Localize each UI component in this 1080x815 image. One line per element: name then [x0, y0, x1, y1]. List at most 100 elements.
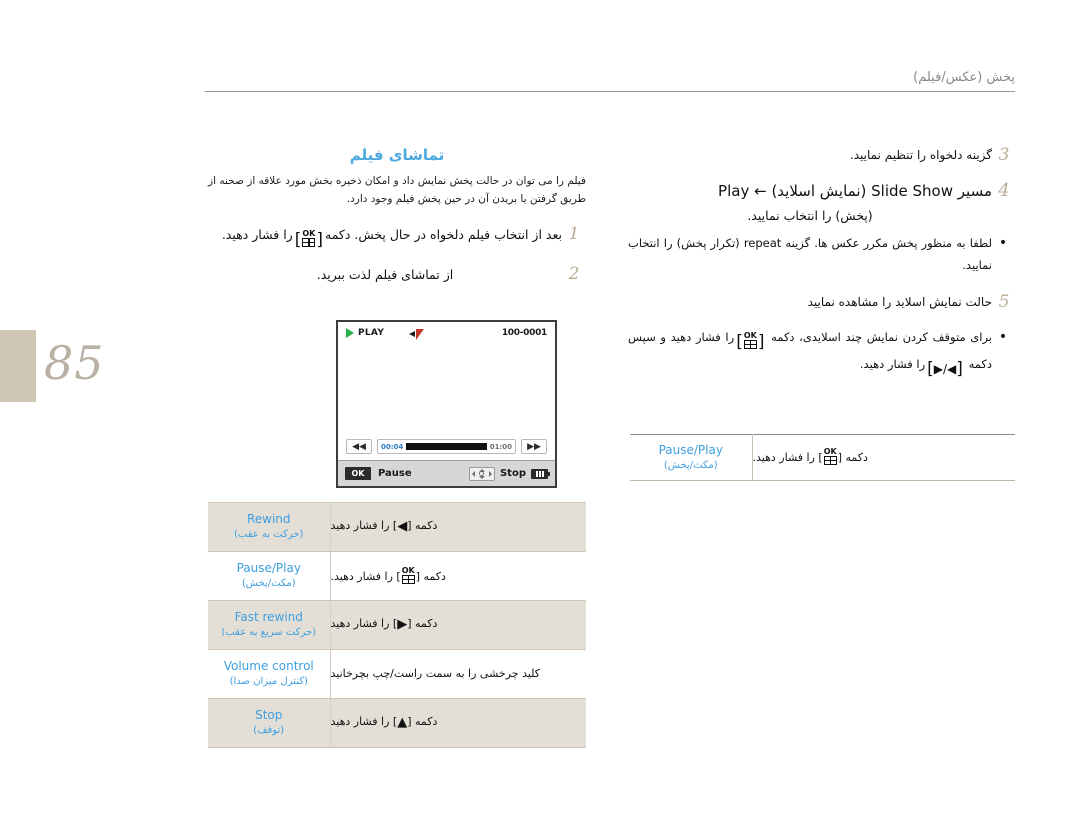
step-text-before: بعد از انتخاب فیلم دلخواه در حال پخش. دک… [325, 226, 562, 242]
section-intro: فیلم را می توان در حالت پخش نمایش داد و … [208, 175, 586, 206]
key-description: دکمه [▶] را فشار دهید [329, 600, 586, 650]
pause-soft-label: Pause [378, 468, 412, 479]
step-text-line-1: مسیر Slide Show (نمایش اسلاید) ← Play [718, 182, 992, 201]
left-column: تماشای فیلم فیلم را می توان در حالت پخش … [208, 130, 586, 299]
progress-fill [406, 443, 487, 450]
key-label: Pause/Play (مکث/پخش) [630, 434, 753, 481]
left-right-key-icon: [◀/▶] [927, 357, 963, 381]
lcd-play-status: PLAY [346, 328, 384, 338]
camera-lcd-preview: PLAY 100-0001 ◀◀ 00:04 01:00 ▶▶ OK Pause [336, 320, 557, 488]
step-text: بعد از انتخاب فیلم دلخواه در حال پخش. دک… [208, 223, 562, 250]
key-label-en: Pause/Play [236, 561, 301, 576]
left-right-arrow-glyph: ◀/▶ [933, 361, 957, 376]
ok-chip-icon[interactable]: OK [345, 467, 371, 480]
page-number: 85 [44, 336, 105, 390]
play-triangle-icon [346, 328, 354, 338]
section-title: تماشای فیلم [349, 146, 445, 164]
step-text: حالت نمایش اسلاید را مشاهده نمایید [807, 294, 992, 309]
key-label-en: Pause/Play [658, 442, 723, 457]
right-column: 3 گزینه دلخواه را تنظیم نمایید. 4 مسیر S… [628, 130, 1016, 392]
ok-key-icon: OK [823, 448, 838, 466]
up-arrow-icon: ▲ [397, 714, 408, 730]
key-description: دکمه [OK] را فشار دهید. [751, 434, 1015, 481]
key-label: Pause/Play (مکث/پخش) [208, 551, 330, 601]
dpad-icon[interactable] [468, 466, 495, 481]
total-time: 01:00 [489, 442, 512, 451]
key-description: دکمه [OK] را فشار دهید. [329, 551, 586, 601]
table-row: دکمه [◀] را فشار دهید Rewind (حرکت به عق… [208, 502, 586, 552]
desc-after: ] را فشار دهید [330, 714, 398, 728]
table-row: دکمه [▲] را فشار دهید Stop (توقف) [208, 698, 586, 748]
step-number: 1 [568, 223, 580, 244]
key-description: کلید چرخشی را به سمت راست/چپ بچرخانید [329, 649, 586, 699]
right-arrow-icon: ▶ [397, 616, 408, 632]
key-label: Rewind (حرکت به عقب) [208, 502, 330, 552]
lcd-file-number: 100-0001 [501, 328, 547, 338]
fast-forward-button-icon[interactable]: ▶▶ [521, 439, 547, 454]
battery-icon [531, 468, 550, 479]
bullet-dot: • [998, 329, 1008, 346]
step-2: 2 از تماشای فیلم لذت ببرید. [208, 263, 586, 286]
key-label: Fast rewind (حرکت سریع به عقب) [208, 600, 330, 650]
desc-before: دکمه [ [415, 569, 446, 583]
step-4: 4 مسیر Slide Show (نمایش اسلاید) ← Play … [628, 179, 1016, 226]
table-row: دکمه [OK] را فشار دهید. Pause/Play (مکث/… [208, 551, 586, 601]
lcd-right-soft-keys: Stop [468, 466, 550, 481]
step-text: از تماشای فیلم لذت ببرید. [316, 266, 454, 282]
key-label: Volume control (کنترل میزان صدا) [208, 649, 330, 699]
step-1: 1 بعد از انتخاب فیلم دلخواه در حال پخش. … [208, 223, 586, 250]
step-number: 3 [998, 145, 1010, 165]
bullet-repeat: • لطفا به منظور پخش مکرر عکس ها. گزینه r… [628, 232, 1016, 277]
step-text-line-2: (پخش) را انتخاب نمایید. [747, 207, 873, 223]
step-text-after: را فشار دهید. [221, 226, 293, 242]
key-label-fa: (مکث/پخش) [241, 578, 296, 590]
stop-soft-label: Stop [499, 468, 526, 479]
key-description: دکمه [▲] را فشار دهید [329, 698, 586, 748]
desc-before: دکمه [ [837, 451, 868, 465]
ok-key-icon: [OK] [736, 331, 765, 353]
key-label-en: Fast rewind [234, 610, 303, 625]
key-label-en: Volume control [223, 659, 314, 674]
elapsed-time: 00:04 [381, 442, 404, 451]
running-head: پخش (عکس/فیلم) [913, 70, 1015, 85]
header-divider [205, 91, 1015, 92]
step-text: گزینه دلخواه را تنظیم نمایید. [849, 148, 992, 162]
bullet-text: لطفا به منظور پخش مکرر عکس ها. گزینه rep… [628, 236, 992, 273]
table-row: دکمه [▶] را فشار دهید Fast rewind (حرکت … [208, 600, 586, 650]
desc-after: ] را فشار دهید. [752, 451, 823, 465]
left-arrow-icon: ◀ [397, 518, 408, 534]
step-number: 2 [568, 263, 580, 284]
lcd-mode-label: PLAY [358, 328, 385, 338]
key-label-fa: (حرکت سریع به عقب) [221, 627, 317, 639]
key-label-fa: (مکث/پخش) [663, 459, 718, 471]
table-row: دکمه [OK] را فشار دهید. Pause/Play (مکث/… [630, 434, 1015, 481]
desc-after: ] را فشار دهید. [330, 569, 401, 583]
manual-page: پخش (عکس/فیلم) 85 تماشای فیلم فیلم را می… [0, 0, 1080, 815]
page-marker-swatch [0, 330, 36, 402]
lcd-transport-controls: ◀◀ 00:04 01:00 ▶▶ [346, 439, 547, 454]
key-table-slideshow: دکمه [OK] را فشار دهید. Pause/Play (مکث/… [630, 434, 1015, 481]
step-number: 5 [998, 291, 1010, 312]
step-5: 5 حالت نمایش اسلاید را مشاهده نمایید [628, 291, 1016, 313]
key-description: دکمه [◀] را فشار دهید [329, 502, 586, 552]
bullet-text-after: را فشار دهید. [859, 356, 926, 371]
seek-bar[interactable]: 00:04 01:00 [377, 439, 516, 454]
key-label-fa: (توقف) [253, 725, 285, 737]
step-3: 3 گزینه دلخواه را تنظیم نمایید. [628, 144, 1016, 166]
speaker-icon [409, 329, 427, 340]
step-text: مسیر Slide Show (نمایش اسلاید) ← Play (پ… [628, 179, 992, 226]
bullet-dot: • [998, 235, 1008, 251]
key-label-en: Stop [255, 708, 283, 723]
lcd-soft-key-bar: OK Pause Stop [338, 460, 555, 486]
table-row: کلید چرخشی را به سمت راست/چپ بچرخانید Vo… [208, 649, 586, 699]
bullet-text: برای متوقف کردن نمایش چند اسلایدی، دکمه … [628, 326, 992, 381]
rewind-button-icon[interactable]: ◀◀ [346, 439, 372, 454]
desc-after: ] را فشار دهید [330, 518, 398, 532]
ok-key-icon: OK [401, 566, 416, 584]
key-table-movie-playback: دکمه [◀] را فشار دهید Rewind (حرکت به عق… [208, 502, 586, 748]
desc-before: دکمه [ [407, 518, 438, 532]
bullet-text-before: برای متوقف کردن نمایش چند اسلایدی، دکمه [771, 330, 993, 345]
step-number: 4 [998, 180, 1010, 202]
desc-before: دکمه [ [407, 616, 438, 630]
bullet-stop-slideshow: • برای متوقف کردن نمایش چند اسلایدی، دکم… [628, 326, 1016, 381]
